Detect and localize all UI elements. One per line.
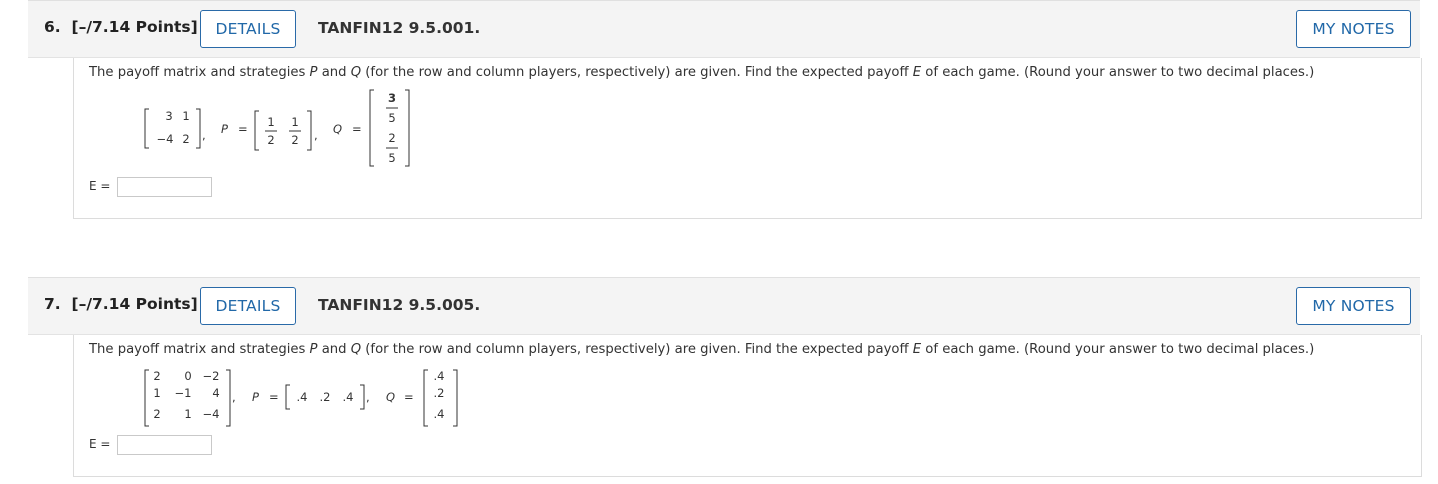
comma: ,	[202, 128, 206, 142]
equals-sign: =	[238, 122, 248, 136]
matrix-cell: 1	[182, 109, 190, 123]
q-bracket-right	[405, 89, 410, 167]
question-number: 6. [–/7.14 Points]	[44, 18, 198, 36]
q-numerator: 2	[388, 131, 396, 145]
comma: ,	[232, 390, 236, 404]
q-bracket-right	[453, 369, 458, 427]
matrix-cell: −4	[202, 407, 220, 421]
q-value: .4	[433, 407, 445, 421]
q-value: .4	[433, 369, 445, 383]
my-notes-button[interactable]: MY NOTES	[1296, 287, 1411, 325]
q-denominator: 5	[388, 151, 396, 165]
comma: ,	[366, 390, 370, 404]
matrix-cell: 4	[212, 386, 220, 400]
q-label: Q	[333, 122, 343, 136]
p-label: P	[221, 122, 228, 136]
answer-label: E =	[89, 179, 111, 193]
equals-sign: =	[352, 122, 362, 136]
p-numerator: 1	[291, 115, 299, 129]
p-denominator: 2	[291, 133, 299, 147]
matrix-cell: 2	[153, 369, 161, 383]
p-value: .2	[319, 390, 331, 404]
my-notes-button[interactable]: MY NOTES	[1296, 10, 1411, 48]
question-prompt: The payoff matrix and strategies P and Q…	[89, 342, 1315, 357]
question-header: 6. [–/7.14 Points] DETAILS TANFIN12 9.5.…	[28, 0, 1420, 58]
p-value: .4	[296, 390, 308, 404]
matrix-cell: 1	[184, 407, 192, 421]
p-label: P	[252, 390, 259, 404]
question-code: TANFIN12 9.5.001.	[318, 19, 481, 37]
question-number: 7. [–/7.14 Points]	[44, 295, 198, 313]
answer-input[interactable]	[117, 177, 212, 197]
matrix-cell: 0	[184, 369, 192, 383]
answer-label: E =	[89, 437, 111, 451]
q-denominator: 5	[388, 111, 396, 125]
p-denominator: 2	[267, 133, 275, 147]
question-code: TANFIN12 9.5.005.	[318, 296, 481, 314]
p-numerator: 1	[267, 115, 275, 129]
question-body: The payoff matrix and strategies P and Q…	[73, 58, 1422, 219]
q-label: Q	[386, 390, 396, 404]
matrix-cell: 2	[153, 407, 161, 421]
p-value: .4	[342, 390, 354, 404]
equals-sign: =	[269, 390, 279, 404]
matrix-cell: −1	[174, 386, 192, 400]
q-value: .2	[433, 386, 445, 400]
question-body: The payoff matrix and strategies P and Q…	[73, 335, 1422, 477]
matrix-cell: 2	[182, 132, 190, 146]
comma: ,	[314, 128, 318, 142]
equals-sign: =	[404, 390, 414, 404]
matrix-cell: −4	[156, 132, 174, 146]
matrix-cell: −2	[202, 369, 220, 383]
matrix-cell: 1	[153, 386, 161, 400]
answer-input[interactable]	[117, 435, 212, 455]
question-prompt: The payoff matrix and strategies P and Q…	[89, 65, 1315, 80]
details-button[interactable]: DETAILS	[200, 10, 296, 48]
q-numerator: 3	[387, 91, 396, 105]
details-button[interactable]: DETAILS	[200, 287, 296, 325]
question-header: 7. [–/7.14 Points] DETAILS TANFIN12 9.5.…	[28, 277, 1420, 335]
